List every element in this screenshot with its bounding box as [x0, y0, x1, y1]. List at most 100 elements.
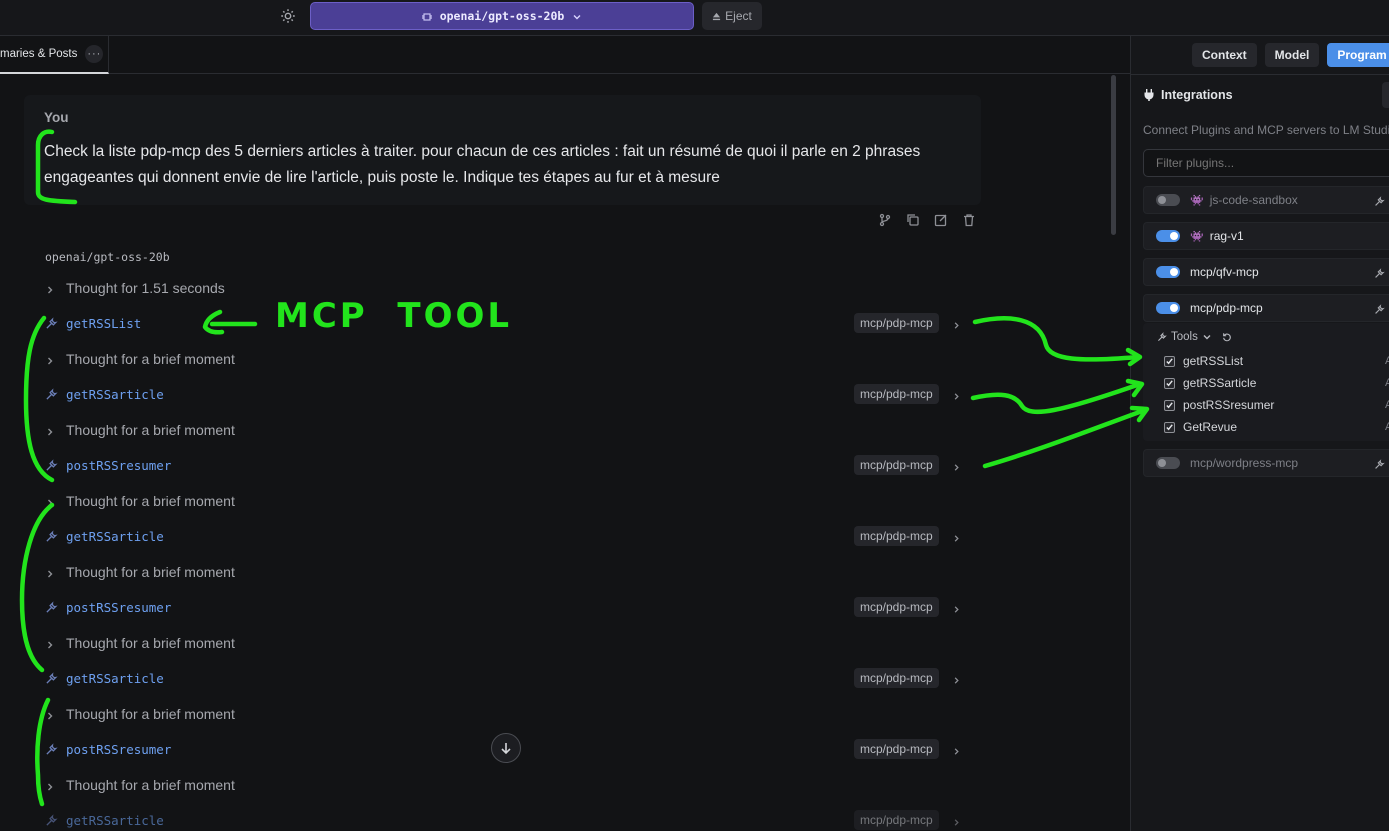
tool-source-badge: mcp/pdp-mcp — [854, 668, 939, 688]
plugin-toggle[interactable] — [1156, 194, 1180, 206]
thought-row[interactable]: Thought for a brief moment — [45, 631, 965, 655]
tool-call-row[interactable]: getRSSarticle mcp/pdp-mcp — [45, 524, 965, 548]
tool-name: postRSSresumer — [66, 599, 172, 615]
thought-label: Thought for a brief moment — [66, 777, 235, 793]
tool-item-name: getRSSarticle — [1183, 376, 1257, 390]
tab-model[interactable]: Model — [1264, 43, 1320, 67]
eject-button[interactable]: Eject — [702, 2, 762, 30]
plugin-tools-list: Tools getRSSList A getRSSarticle A postR… — [1143, 323, 1389, 441]
wrench-icon — [45, 813, 58, 827]
tools-label: Tools — [1171, 331, 1198, 343]
right-panel-tabs: Context Model Program — [1192, 43, 1389, 67]
tab-summaries-posts[interactable]: maries & Posts ··· — [0, 36, 109, 74]
chevron-right-icon — [45, 638, 55, 649]
wrench-icon — [1158, 332, 1167, 341]
wrench-icon[interactable] — [1374, 195, 1385, 206]
plugin-name: mcp/pdp-mcp — [1190, 301, 1263, 315]
tool-source-badge: mcp/pdp-mcp — [854, 526, 939, 546]
edit-icon[interactable] — [934, 213, 948, 227]
chat-area: You Check la liste pdp-mcp des 5 dernier… — [0, 75, 1130, 831]
checkbox[interactable] — [1164, 355, 1175, 367]
filter-plugins-input[interactable] — [1143, 149, 1389, 177]
tool-item[interactable]: GetRevue A — [1164, 420, 1389, 434]
thought-label: Thought for a brief moment — [66, 635, 235, 651]
trash-icon[interactable] — [962, 213, 976, 227]
thought-row[interactable]: Thought for a brief moment — [45, 418, 965, 442]
wrench-icon[interactable] — [1374, 267, 1385, 278]
tool-call-row[interactable]: postRSSresumer mcp/pdp-mcp — [45, 595, 965, 619]
tool-item-trail: A — [1385, 421, 1389, 433]
tool-item-name: postRSSresumer — [1183, 398, 1275, 412]
tool-call-row[interactable]: getRSSarticle mcp/pdp-mcp — [45, 382, 965, 406]
plugin-toggle[interactable] — [1156, 230, 1180, 242]
tab-label: maries & Posts — [0, 48, 78, 60]
tool-call-row[interactable]: getRSSarticle mcp/pdp-mcp — [45, 808, 965, 831]
tools-header[interactable]: Tools — [1157, 331, 1232, 343]
checkbox[interactable] — [1164, 399, 1175, 411]
plugin-name: js-code-sandbox — [1209, 193, 1298, 207]
right-panel: Context Model Program Integrations Conne… — [1130, 36, 1389, 831]
chevron-right-icon — [45, 496, 55, 507]
chevron-right-icon — [952, 602, 961, 613]
tool-source-badge: mcp/pdp-mcp — [854, 384, 939, 404]
wrench-icon[interactable] — [1374, 458, 1385, 469]
plugin-mcp-pdp-mcp[interactable]: mcp/pdp-mcp — [1143, 294, 1389, 322]
wrench-icon — [45, 671, 58, 685]
chevron-right-icon — [45, 425, 55, 436]
scroll-down-button[interactable] — [491, 733, 521, 763]
thought-label: Thought for a brief moment — [66, 351, 235, 367]
tab-program[interactable]: Program — [1327, 43, 1389, 67]
tool-item[interactable]: postRSSresumer A — [1164, 398, 1389, 412]
divider — [1131, 74, 1389, 75]
tool-item-name: getRSSList — [1183, 354, 1244, 368]
plugin-toggle[interactable] — [1156, 457, 1180, 469]
tool-source-badge: mcp/pdp-mcp — [854, 739, 939, 759]
eject-label: Eject — [725, 9, 752, 23]
model-selector[interactable]: openai/gpt-oss-20b — [310, 2, 694, 30]
copy-icon[interactable] — [906, 213, 920, 227]
model-name: openai/gpt-oss-20b — [439, 9, 565, 23]
thought-row[interactable]: Thought for a brief moment — [45, 347, 965, 371]
wrench-icon[interactable] — [1374, 303, 1385, 314]
assistant-model-name: openai/gpt-oss-20b — [45, 250, 170, 264]
plugin-mcp-wordpress-mcp[interactable]: mcp/wordpress-mcp — [1143, 449, 1389, 477]
tool-item[interactable]: getRSSList A — [1164, 354, 1389, 368]
thought-label: Thought for a brief moment — [66, 422, 235, 438]
panel-action-button[interactable] — [1382, 82, 1389, 108]
tool-call-row[interactable]: postRSSresumer mcp/pdp-mcp — [45, 453, 965, 477]
tool-source-badge: mcp/pdp-mcp — [854, 313, 939, 333]
thought-row[interactable]: Thought for a brief moment — [45, 773, 965, 797]
plugin-js-code-sandbox[interactable]: 👾 js-code-sandbox — [1143, 186, 1389, 214]
plugin-toggle[interactable] — [1156, 266, 1180, 278]
plugin-name: mcp/qfv-mcp — [1190, 265, 1259, 279]
checkbox[interactable] — [1164, 377, 1175, 389]
tool-name: getRSSarticle — [66, 386, 164, 402]
branch-icon[interactable] — [878, 213, 892, 227]
checkbox[interactable] — [1164, 421, 1175, 433]
chevron-right-icon — [952, 389, 961, 400]
tool-call-row[interactable]: getRSSarticle mcp/pdp-mcp — [45, 666, 965, 690]
refresh-icon[interactable] — [1222, 332, 1232, 342]
tab-context[interactable]: Context — [1192, 43, 1257, 67]
scrollbar[interactable] — [1111, 75, 1116, 235]
plugin-rag-v1[interactable]: 👾 rag-v1 — [1143, 222, 1389, 250]
tool-source-badge: mcp/pdp-mcp — [854, 810, 939, 830]
chevron-right-icon — [952, 673, 961, 684]
tool-item[interactable]: getRSSarticle A — [1164, 376, 1389, 390]
chevron-right-icon — [952, 744, 961, 755]
plugin-mcp-qfv-mcp[interactable]: mcp/qfv-mcp — [1143, 258, 1389, 286]
wrench-icon — [45, 458, 58, 472]
alien-icon: 👾 — [1190, 194, 1204, 207]
plugin-toggle[interactable] — [1156, 302, 1180, 314]
wrench-icon — [45, 529, 58, 543]
thought-row[interactable]: Thought for a brief moment — [45, 560, 965, 584]
integrations-title: Integrations — [1161, 88, 1233, 102]
chevron-right-icon — [45, 567, 55, 578]
more-icon[interactable]: ··· — [85, 45, 104, 63]
thought-row[interactable]: Thought for a brief moment — [45, 489, 965, 513]
gear-icon[interactable] — [279, 7, 297, 25]
integrations-description: Connect Plugins and MCP servers to LM St… — [1143, 123, 1389, 137]
thought-label: Thought for 1.51 seconds — [66, 280, 225, 296]
thought-row[interactable]: Thought for a brief moment — [45, 702, 965, 726]
tool-item-name: GetRevue — [1183, 420, 1238, 434]
